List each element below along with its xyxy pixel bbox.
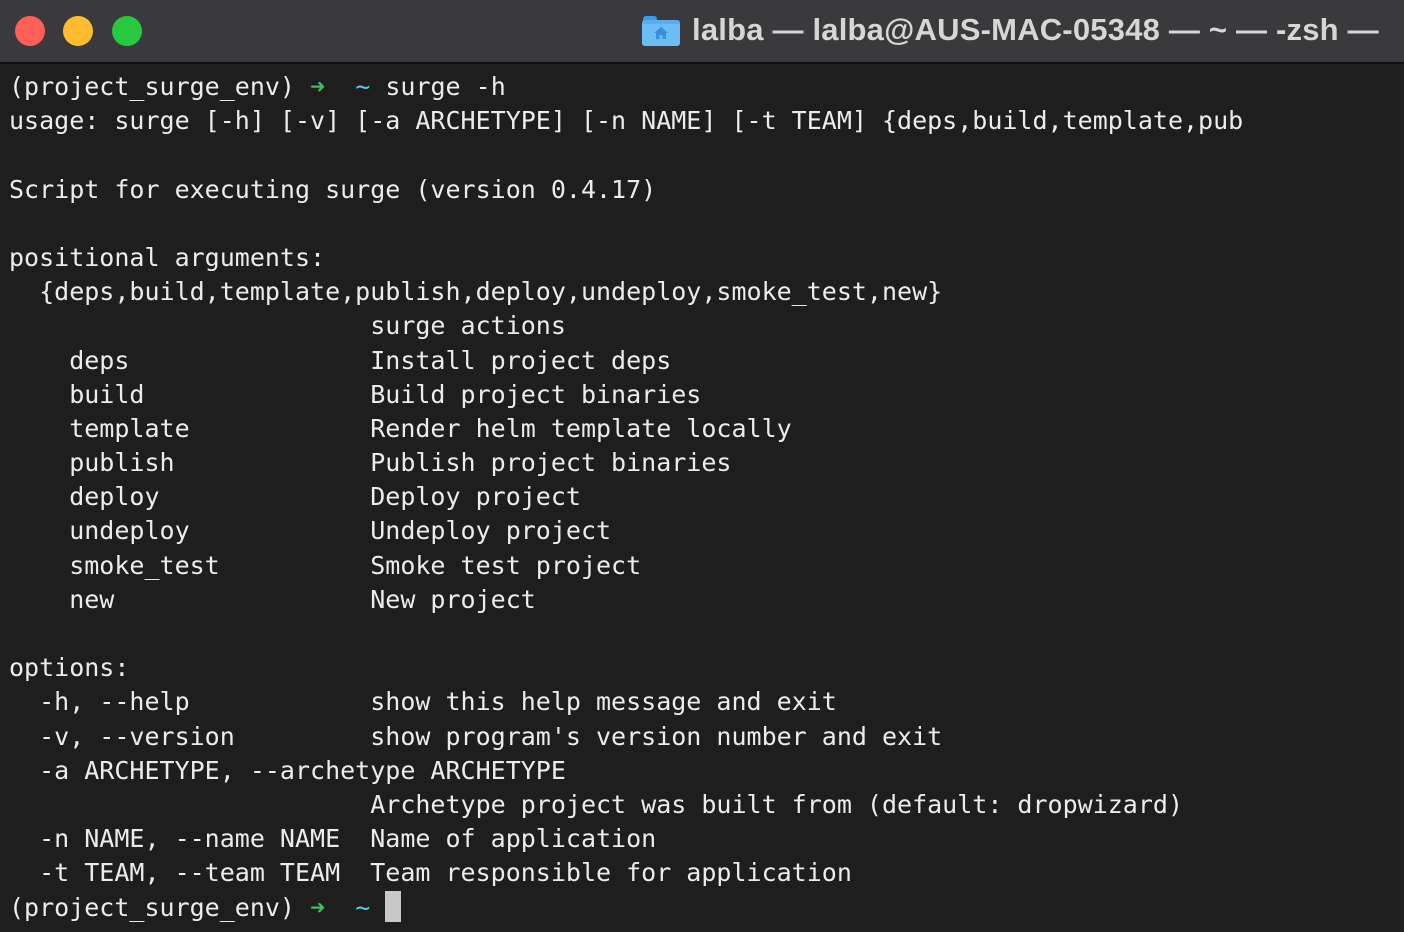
output-line: -a ARCHETYPE, --archetype ARCHETYPE bbox=[9, 755, 566, 785]
prompt-env: (project_surge_env) bbox=[9, 892, 295, 922]
output-line: template Render helm template locally bbox=[9, 413, 792, 443]
output-line: -t TEAM, --team TEAM Team responsible fo… bbox=[9, 858, 852, 888]
output-line: undeploy Undeploy project bbox=[9, 516, 612, 546]
prompt-arrow-icon: ➜ bbox=[310, 72, 326, 101]
window-title-area: lalba — lalba@AUS-MAC-05348 — ~ — -zsh — bbox=[642, 10, 1379, 50]
output-line: smoke_test Smoke test project bbox=[9, 550, 642, 580]
output-line: deploy Deploy project bbox=[9, 482, 581, 512]
prompt-dir: ~ bbox=[355, 892, 371, 922]
output-line: publish Publish project binaries bbox=[9, 448, 732, 478]
window-title: lalba — lalba@AUS-MAC-05348 — ~ — -zsh — bbox=[692, 12, 1379, 47]
command-output: usage: surge [-h] [-v] [-a ARCHETYPE] [-… bbox=[9, 104, 1404, 890]
command-text: surge -h bbox=[385, 72, 506, 101]
home-folder-icon bbox=[642, 14, 680, 46]
minimize-button[interactable] bbox=[63, 16, 93, 46]
close-button[interactable] bbox=[15, 16, 45, 46]
zoom-button[interactable] bbox=[112, 16, 142, 46]
prompt-dir: ~ bbox=[355, 72, 371, 101]
prompt-env: (project_surge_env) bbox=[9, 72, 295, 101]
terminal-content[interactable]: (project_surge_env) ➜ ~ surge -h usage: … bbox=[9, 70, 1404, 932]
output-line: usage: surge [-h] [-v] [-a ARCHETYPE] [-… bbox=[9, 106, 1244, 136]
output-line: build Build project binaries bbox=[9, 379, 702, 409]
output-line: surge actions bbox=[9, 311, 566, 341]
output-line: -n NAME, --name NAME Name of application bbox=[9, 824, 657, 854]
title-bar[interactable]: lalba — lalba@AUS-MAC-05348 — ~ — -zsh — bbox=[0, 0, 1404, 64]
output-line: Script for executing surge (version 0.4.… bbox=[9, 174, 657, 204]
output-line: -v, --version show program's version num… bbox=[9, 721, 943, 751]
output-line: new New project bbox=[9, 584, 536, 614]
output-line: Archetype project was built from (defaul… bbox=[9, 789, 1183, 819]
terminal-window: lalba — lalba@AUS-MAC-05348 — ~ — -zsh —… bbox=[0, 0, 1404, 932]
output-line: -h, --help show this help message and ex… bbox=[9, 687, 837, 717]
prompt-arrow-icon: ➜ bbox=[310, 892, 326, 922]
active-prompt-line[interactable]: (project_surge_env) ➜ ~ bbox=[9, 891, 1404, 925]
text-cursor bbox=[385, 891, 402, 922]
output-line: deps Install project deps bbox=[9, 345, 672, 375]
command-line: (project_surge_env) ➜ ~ surge -h bbox=[9, 70, 1404, 104]
output-line: {deps,build,template,publish,deploy,unde… bbox=[9, 277, 943, 307]
output-line: options: bbox=[9, 653, 130, 683]
output-line: positional arguments: bbox=[9, 242, 326, 272]
